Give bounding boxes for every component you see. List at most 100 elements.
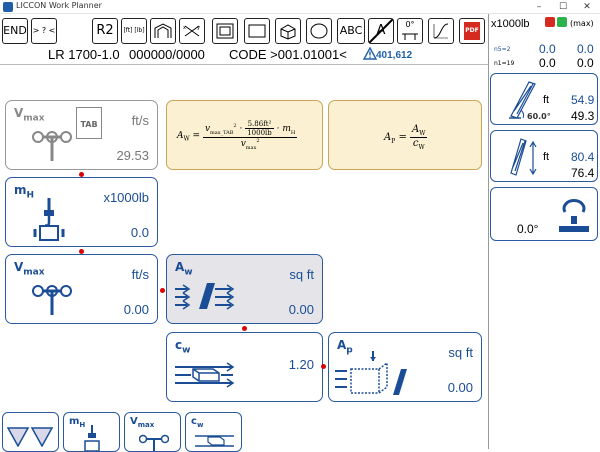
- ellipse-button[interactable]: [306, 18, 332, 44]
- boom-length: 54.9: [571, 93, 595, 107]
- warning-icon: [363, 47, 377, 60]
- hook-icon: [84, 425, 100, 451]
- window-title: LICCON Work Planner: [16, 1, 102, 10]
- mh-card[interactable]: mH x1000lb 0.0: [5, 177, 158, 247]
- abc-button[interactable]: ABC: [337, 18, 365, 44]
- load-panel: x1000lb (max) n5=2 n1=19 0.0 0.0 0.0 0.0: [489, 14, 600, 72]
- aw-formula: AW = vmax_TAB2 · 5.86ft² 1000lb · mH vmax…: [177, 120, 298, 151]
- slewing-icon: [559, 199, 589, 232]
- connector-dot: [321, 364, 326, 369]
- height-value-b: 76.4: [571, 166, 595, 180]
- anemometer-icon: [32, 285, 72, 315]
- curve-button[interactable]: [428, 18, 454, 44]
- warning-value: 401,612: [376, 50, 413, 61]
- slew-card[interactable]: 0.0°: [490, 187, 598, 241]
- rectangle-button[interactable]: [244, 18, 270, 44]
- aw-card[interactable]: Aw sq ft 0.00: [166, 254, 323, 324]
- vmax-symbol: Vmax: [14, 260, 45, 278]
- table-doc-icon: TAB: [76, 107, 102, 139]
- aw-unit: sq ft: [289, 267, 314, 282]
- vmax-value: 0.00: [123, 302, 149, 317]
- height-value-a: 80.4: [571, 150, 595, 164]
- ap-value: 0.00: [447, 380, 473, 395]
- height-unit: ft: [543, 151, 550, 163]
- job-number: 000000/0000: [129, 47, 205, 62]
- maximize-button[interactable]: ☐: [552, 0, 574, 14]
- aw-formula-card: AW = vmax_TAB2 · 5.86ft² 1000lb · mH vmax…: [166, 100, 323, 170]
- boom-card[interactable]: ft 54.9 49.3 60.0°: [490, 73, 598, 125]
- title-bar: LICCON Work Planner – ☐ ✕: [0, 0, 600, 14]
- pdf-icon: PDF: [464, 22, 480, 40]
- connector-dot: [242, 326, 247, 331]
- angle-button[interactable]: 0°: [397, 18, 423, 44]
- svg-text:y: y: [197, 25, 200, 31]
- aw-value: 0.00: [288, 302, 314, 317]
- minimize-button[interactable]: –: [528, 0, 550, 14]
- n1-label: n1=19: [494, 60, 515, 67]
- toolbar: END > ? < R2 [ft] [lb] xy ABC A 0° PDF: [0, 14, 488, 46]
- vmax-tab-symbol: Vmax: [14, 106, 45, 124]
- cw-card[interactable]: cw 1.20: [166, 332, 323, 402]
- height-card[interactable]: ft 80.4 76.4: [490, 130, 598, 182]
- stop-icon: [545, 17, 555, 27]
- r2-button[interactable]: R2: [92, 18, 118, 44]
- a-slash-button[interactable]: A: [368, 18, 394, 44]
- connector-dot: [79, 249, 84, 254]
- drag-coefficient-icon: [175, 362, 235, 388]
- curve-icon: [433, 23, 449, 39]
- nav-vmax-button[interactable]: Vmax: [124, 412, 181, 452]
- dimension-button[interactable]: xy: [179, 18, 205, 44]
- frame-icon: [216, 23, 234, 39]
- connector-dot: [79, 172, 84, 177]
- dimension-icon: xy: [183, 25, 200, 37]
- vmax-card[interactable]: Vmax ft/s 0.00: [5, 254, 158, 324]
- mh-value: 0.0: [130, 225, 149, 240]
- vmax-unit: ft/s: [131, 267, 149, 282]
- boom-radius: 49.3: [571, 109, 595, 123]
- mh-unit: x1000lb: [103, 190, 149, 205]
- rectangle-icon: [248, 24, 266, 38]
- cube-icon: [280, 24, 296, 40]
- vmax-tab-card[interactable]: Vmax TAB ft/s 29.53: [5, 100, 158, 170]
- boom-config-button[interactable]: [150, 18, 176, 44]
- info-bar: LR 1700-1.0 000000/0000 CODE >001.01001<…: [0, 46, 488, 66]
- hook-load-icon: [33, 198, 65, 241]
- ap-formula: AP = AW cW: [384, 124, 428, 151]
- nav-wind-button[interactable]: [2, 412, 59, 452]
- compare-button[interactable]: > ? <: [31, 18, 57, 44]
- row2-value-a: 0.0: [539, 56, 556, 70]
- nav-vmax-symbol: Vmax: [130, 416, 155, 429]
- code-label: CODE >001.01001<: [229, 47, 347, 62]
- nav-cw-symbol: cw: [191, 416, 204, 429]
- double-triangle-icon: [7, 427, 54, 447]
- projected-area-icon: [335, 351, 407, 395]
- crane-config: LR 1700-1.0: [48, 47, 120, 62]
- end-button[interactable]: END: [2, 18, 28, 44]
- wind-area-icon: [175, 283, 235, 310]
- anemometer-icon: [32, 131, 72, 161]
- ap-card[interactable]: Ap sq ft 0.00: [328, 332, 482, 402]
- app-icon: [3, 2, 13, 12]
- boom-frame-icon: [154, 23, 172, 38]
- ellipse-icon: [310, 23, 328, 39]
- boom-angle: 60.0°: [527, 112, 551, 121]
- ok-icon: [557, 17, 567, 27]
- load-unit: x1000lb: [491, 18, 530, 30]
- frame-button[interactable]: [212, 18, 238, 44]
- close-button[interactable]: ✕: [576, 0, 598, 14]
- boom-height-icon: [510, 138, 537, 176]
- nav-mh-button[interactable]: mH: [63, 412, 120, 452]
- cube-button[interactable]: [275, 18, 301, 44]
- level-icon: [402, 33, 418, 40]
- pdf-button[interactable]: PDF: [459, 18, 485, 44]
- slew-angle: 0.0°: [517, 222, 539, 236]
- ap-unit: sq ft: [448, 345, 473, 360]
- anemometer-icon: [139, 434, 169, 451]
- svg-text:x: x: [183, 25, 186, 31]
- vmax-tab-value: 29.53: [116, 148, 149, 163]
- divider: [0, 64, 488, 65]
- row1-value-b: 0.0: [577, 42, 594, 56]
- row1-value-a: 0.0: [539, 42, 556, 56]
- units-button[interactable]: [ft] [lb]: [121, 18, 147, 44]
- nav-cw-button[interactable]: cw: [185, 412, 242, 452]
